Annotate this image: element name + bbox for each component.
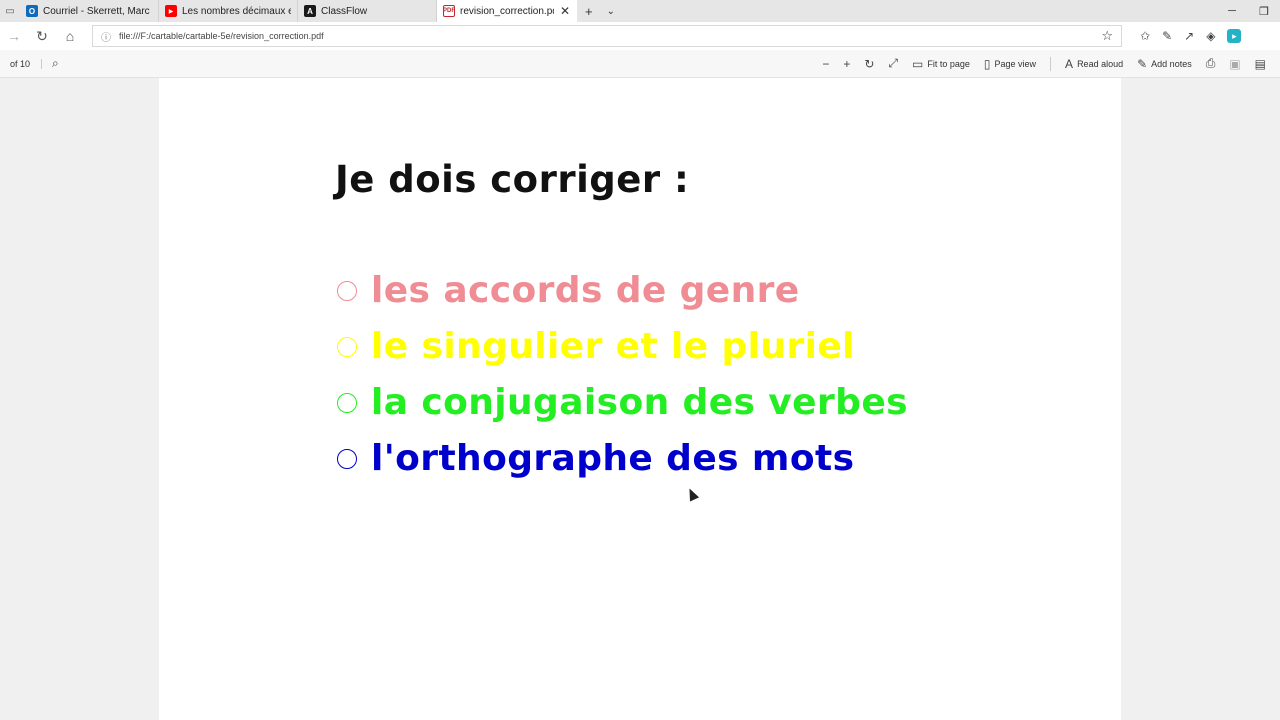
refresh-icon[interactable]: ↻ <box>28 28 56 45</box>
divider <box>1050 56 1052 71</box>
tab-revision-pdf[interactable]: PDF revision_correction.pdf ✕ <box>437 0 577 22</box>
list-item-text: les accords de genre <box>371 270 800 311</box>
fit-to-page-label: Fit to page <box>927 58 970 69</box>
print-icon[interactable]: ⎙ <box>1206 56 1216 71</box>
forward-icon[interactable]: → <box>0 28 28 44</box>
list-item-text: l'orthographe des mots <box>371 438 855 479</box>
restore-icon[interactable]: ❐ <box>1248 5 1280 18</box>
tab-actions-icon[interactable]: ▭ <box>0 0 20 22</box>
rotate-icon[interactable]: ↻ <box>864 57 874 71</box>
tab-classflow[interactable]: A ClassFlow <box>298 0 437 22</box>
tab-label: Courriel - Skerrett, Marc - C <box>43 5 152 17</box>
new-tab-icon[interactable]: + <box>585 4 593 19</box>
radio-circle <box>337 448 357 469</box>
pdf-viewer: Je dois corriger : les accords de genre … <box>0 78 1280 720</box>
pdf-icon: PDF <box>443 5 455 17</box>
close-tab-icon[interactable]: ✕ <box>559 4 571 18</box>
fit-to-page-button[interactable]: ▭ Fit to page <box>912 57 970 71</box>
radio-circle <box>337 336 357 357</box>
tab-outlook[interactable]: O Courriel - Skerrett, Marc - C <box>20 0 159 22</box>
shield-icon[interactable]: ◈ <box>1206 29 1215 43</box>
tab-label: Les nombres décimaux et la <box>182 5 291 17</box>
list-item: le singulier et le pluriel <box>337 326 855 367</box>
fit-page-icon: ▭ <box>912 56 924 71</box>
outlook-icon: O <box>26 5 38 17</box>
page-count: of 10 <box>0 58 42 69</box>
chevron-down-icon[interactable]: ⌄ <box>607 6 615 17</box>
page-heading: Je dois corriger : <box>335 158 690 201</box>
youtube-icon: ▶ <box>165 5 177 17</box>
favorites-icon[interactable]: ✩ <box>1140 29 1150 43</box>
pen-icon[interactable]: ✎ <box>1162 29 1172 43</box>
read-aloud-label: Read aloud <box>1077 58 1124 69</box>
address-bar: → ↻ ⌂ ⓘ file:///F:/cartable/cartable-5e/… <box>0 22 1280 50</box>
list-item: les accords de genre <box>337 270 800 311</box>
minimize-icon[interactable]: ─ <box>1216 5 1248 17</box>
save-icon[interactable]: ▣ <box>1229 57 1240 71</box>
read-aloud-button[interactable]: A Read aloud <box>1065 57 1123 71</box>
classflow-icon: A <box>304 5 316 17</box>
info-icon[interactable]: ⓘ <box>101 29 111 44</box>
url-text[interactable]: file:///F:/cartable/cartable-5e/revision… <box>119 31 1093 41</box>
radio-circle <box>337 392 357 413</box>
pdf-page: Je dois corriger : les accords de genre … <box>159 78 1121 720</box>
page-view-icon: ▯ <box>983 56 991 71</box>
page-view-button[interactable]: ▯ Page view <box>984 57 1036 71</box>
radio-circle <box>337 280 357 301</box>
mouse-cursor <box>684 486 700 502</box>
zoom-out-icon[interactable]: − <box>822 57 829 71</box>
tab-label: ClassFlow <box>321 5 368 17</box>
list-item-text: le singulier et le pluriel <box>371 326 855 367</box>
tab-youtube[interactable]: ▶ Les nombres décimaux et la <box>159 0 298 22</box>
tab-label: revision_correction.pdf <box>460 5 554 17</box>
list-item-text: la conjugaison des verbes <box>371 382 908 423</box>
pdf-toolbar: of 10 ⌕ − + ↻ ⤢ ▭ Fit to page ▯ Page vie… <box>0 50 1280 78</box>
url-field[interactable]: ⓘ file:///F:/cartable/cartable-5e/revisi… <box>92 25 1122 47</box>
add-notes-label: Add notes <box>1151 58 1192 69</box>
zoom-in-icon[interactable]: + <box>843 57 850 71</box>
search-icon[interactable]: ⌕ <box>42 56 59 71</box>
save-as-icon[interactable]: ▤ <box>1255 57 1266 71</box>
favorite-star-icon[interactable]: ☆ <box>1101 28 1113 44</box>
page-view-label: Page view <box>994 58 1037 69</box>
share-icon[interactable]: ↗ <box>1184 29 1194 43</box>
home-icon[interactable]: ⌂ <box>56 28 84 44</box>
list-item: l'orthographe des mots <box>337 438 854 479</box>
pen-icon: ✎ <box>1137 56 1148 71</box>
list-item: la conjugaison des verbes <box>337 382 908 423</box>
extension-icon[interactable]: ▸ <box>1227 29 1242 43</box>
tab-bar: ▭ O Courriel - Skerrett, Marc - C ▶ Les … <box>0 0 1280 22</box>
read-aloud-icon: A <box>1065 56 1074 71</box>
add-notes-button[interactable]: ✎ Add notes <box>1137 57 1192 71</box>
fullscreen-icon[interactable]: ⤢ <box>888 56 898 71</box>
